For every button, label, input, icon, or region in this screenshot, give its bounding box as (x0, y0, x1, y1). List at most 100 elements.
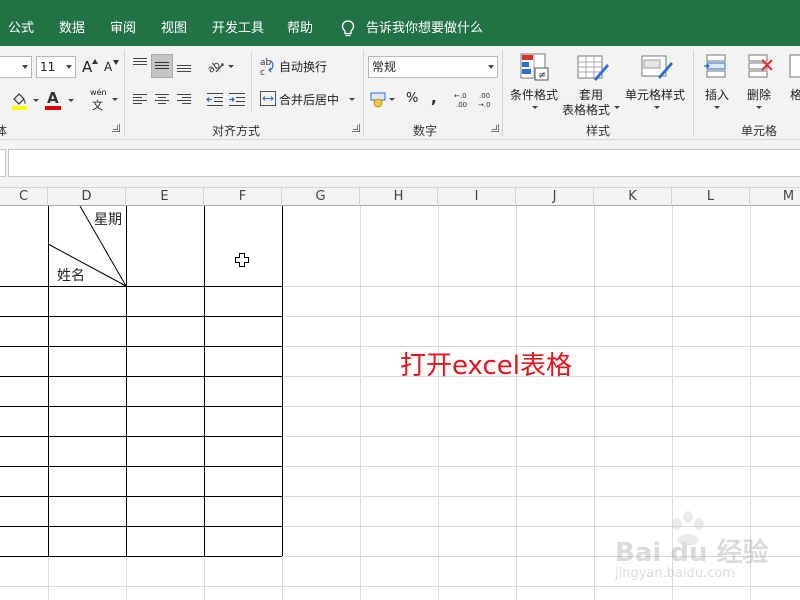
align-bottom-button[interactable] (174, 54, 194, 76)
align-left-icon (133, 94, 147, 104)
svg-text:←.0: ←.0 (454, 92, 467, 100)
gridlines (0, 206, 800, 600)
chevron-down-icon (532, 106, 538, 109)
grow-font-button[interactable]: A (80, 58, 98, 78)
font-size-value: 11 (40, 60, 56, 74)
phonetic-guide-button[interactable]: wén 文 (88, 88, 122, 112)
separator (363, 50, 364, 136)
align-right-button[interactable] (174, 88, 194, 110)
shrink-font-button[interactable]: A (102, 58, 120, 78)
column-header-g[interactable]: G (282, 188, 360, 206)
accounting-format-button[interactable] (370, 90, 398, 110)
ribbon: 11 A A A wén 文 ab ab c 自动换行 合并后居中 对齐方式 常… (0, 46, 800, 140)
formula-input[interactable] (8, 149, 800, 177)
increase-indent-button[interactable] (226, 88, 248, 110)
column-header-k[interactable]: K (594, 188, 672, 206)
menu-bar: 公式 数据 审阅 视图 开发工具 帮助 告诉我你想要做什么 (0, 0, 800, 46)
tab-help[interactable]: 帮助 (287, 0, 313, 46)
format-as-table-label-2: 表格格式 (562, 103, 611, 117)
align-middle-button[interactable] (151, 54, 173, 78)
font-name-combo[interactable] (0, 56, 32, 78)
cell-styles-button[interactable]: 单元格样式 (624, 50, 688, 114)
column-header-m[interactable]: M (750, 188, 800, 206)
font-group-label-fragment: 体 (0, 124, 8, 138)
wrap-text-button[interactable]: ab c 自动换行 (258, 56, 354, 78)
chevron-down-icon (22, 65, 28, 69)
column-header-j[interactable]: J (516, 188, 594, 206)
align-left-button[interactable] (130, 88, 150, 110)
chevron-down-icon (488, 65, 494, 69)
align-right-icon (177, 94, 191, 104)
font-dialog-launcher[interactable] (112, 124, 120, 132)
font-color-button[interactable]: A (44, 89, 76, 112)
comma-style-button[interactable]: , (428, 89, 442, 110)
styles-group-label: 样式 (586, 124, 611, 138)
merge-cells-icon (260, 91, 276, 106)
conditional-formatting-icon: ≠ (520, 53, 549, 81)
phonetic-char: 文 (92, 99, 103, 112)
column-header-d[interactable]: D (48, 188, 126, 206)
cell-styles-label: 单元格样式 (625, 88, 686, 102)
column-header-f[interactable]: F (204, 188, 282, 206)
decrease-decimal-button[interactable]: .00 →.0 (478, 90, 500, 110)
currency-icon (370, 92, 386, 108)
tell-me-search[interactable]: 告诉我你想要做什么 (338, 0, 483, 46)
svg-text:→.0: →.0 (478, 101, 491, 109)
triangle-up-icon (92, 59, 98, 64)
column-header-c[interactable]: C (0, 188, 48, 206)
triangle-down-icon (113, 60, 119, 65)
decrease-indent-icon (206, 93, 223, 106)
align-center-button[interactable] (152, 88, 172, 110)
column-header-h[interactable]: H (360, 188, 438, 206)
align-center-icon (155, 94, 169, 104)
delete-cells-button[interactable]: 删除 (742, 50, 778, 114)
delete-cells-label: 删除 (747, 88, 772, 102)
diagonal-header-top: 星期 (94, 212, 122, 228)
tab-review[interactable]: 审阅 (110, 0, 136, 46)
insert-cells-icon (704, 54, 726, 78)
number-format-combo[interactable]: 常规 (368, 56, 498, 78)
chevron-down-icon (349, 98, 355, 101)
chevron-down-icon (756, 106, 762, 109)
svg-text:.00: .00 (456, 101, 467, 109)
chevron-down-icon (614, 106, 620, 109)
conditional-formatting-button[interactable]: ≠ 条件格式 (508, 50, 562, 114)
instruction-note: 打开excel表格 (400, 351, 572, 381)
chevron-down-icon (66, 65, 72, 69)
decrease-indent-button[interactable] (204, 88, 226, 110)
font-size-combo[interactable]: 11 (36, 56, 76, 78)
format-as-table-button[interactable]: 套用 表格格式 (562, 50, 620, 117)
alignment-dialog-launcher[interactable] (352, 124, 360, 132)
chevron-down-icon (654, 106, 660, 109)
formula-bar (0, 140, 800, 187)
tab-view[interactable]: 视图 (161, 0, 187, 46)
number-dialog-launcher[interactable] (491, 124, 499, 132)
fill-color-button[interactable] (10, 90, 42, 112)
align-middle-icon (155, 62, 169, 69)
percent-style-button[interactable]: % (404, 90, 420, 110)
table-format-icon (577, 55, 609, 81)
orientation-button[interactable]: ab (206, 56, 236, 76)
worksheet-grid[interactable]: 星期 姓名 打开excel表格 (0, 206, 800, 600)
increase-decimal-button[interactable]: ←.0 .00 (454, 90, 476, 110)
tab-formulas[interactable]: 公式 (8, 0, 34, 46)
increase-decimal-icon: ←.0 .00 (454, 92, 467, 109)
format-cells-button[interactable]: 格 (786, 50, 800, 114)
insert-cells-button[interactable]: 插入 (700, 50, 736, 114)
cell-cursor-icon (235, 253, 249, 267)
font-color-icon: A (47, 89, 59, 107)
svg-text:ab: ab (260, 58, 272, 68)
merge-center-button[interactable]: 合并后居中 (258, 88, 358, 110)
font-color-swatch (45, 106, 61, 110)
column-header-i[interactable]: I (438, 188, 516, 206)
decrease-decimal-icon: .00 →.0 (478, 92, 491, 109)
column-header-l[interactable]: L (672, 188, 750, 206)
tab-developer[interactable]: 开发工具 (212, 0, 264, 46)
name-box[interactable] (0, 149, 6, 177)
orientation-icon: ab (206, 60, 224, 76)
align-top-button[interactable] (130, 54, 150, 76)
tab-data[interactable]: 数据 (59, 0, 85, 46)
chevron-down-icon (228, 65, 234, 68)
delete-cells-icon (748, 54, 773, 78)
column-header-e[interactable]: E (126, 188, 204, 206)
